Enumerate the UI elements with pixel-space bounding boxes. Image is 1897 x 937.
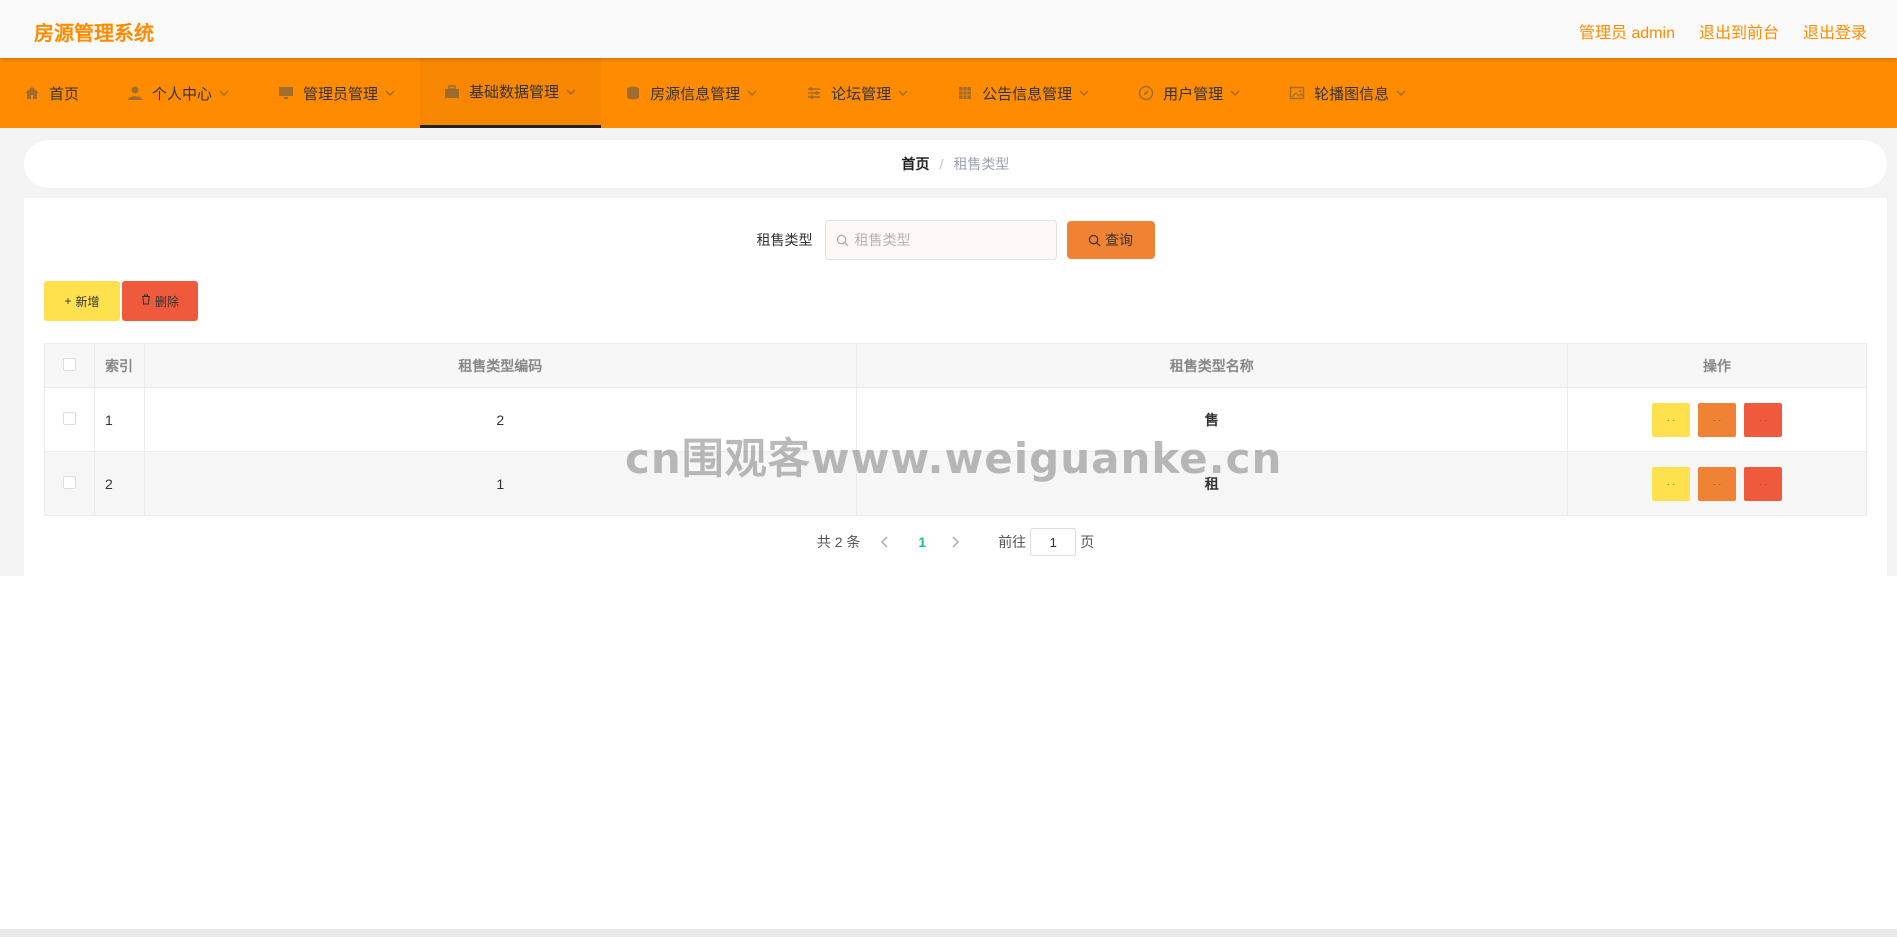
sliders-icon [806,85,822,101]
top-header: 房源管理系统 管理员 admin 退出到前台 退出登录 [0,0,1897,58]
top-links: 管理员 admin 退出到前台 退出登录 [1579,19,1867,43]
pagination: 共 2 条 1 前往 1 页 [24,528,1887,556]
column-header-code: 租售类型编码 [143,343,857,388]
nav-item-profile[interactable]: 个人中心 [103,58,254,128]
main-nav: 首页 个人中心 管理员管理 基础数据管理 房源信息管理 论坛管理 公告信息管理 … [0,58,1897,128]
chevron-right-icon[interactable] [950,536,964,548]
nav-item-listings[interactable]: 房源信息管理 [601,58,782,128]
search-input[interactable]: 租售类型 [824,220,1057,260]
nav-item-basic-data[interactable]: 基础数据管理 [420,58,602,128]
row-delete-button[interactable]: · · [1744,466,1783,501]
row-actions: · · · · · · [1567,387,1867,452]
search-placeholder: 租售类型 [854,232,911,248]
row-select-cell [44,387,95,452]
nav-label: 房源信息管理 [650,85,741,103]
main-panel: 租售类型 租售类型 查询 + 新增 删除 索引 租售类型编码 租售类型名称 操作… [24,198,1887,576]
nav-item-home[interactable]: 首页 [0,58,103,128]
edit-button[interactable]: · · [1698,466,1737,501]
search-row: 租售类型 租售类型 查询 [24,220,1887,260]
action-row: + 新增 删除 [44,281,198,321]
breadcrumb-current: 租售类型 [953,156,1010,172]
select-all-cell [44,343,95,388]
grid-icon [957,85,973,101]
add-button[interactable]: + 新增 [44,281,120,321]
row-index: 1 [93,387,145,452]
chevron-down-icon [566,88,576,95]
view-button[interactable]: · · [1652,402,1691,437]
row-code: 2 [143,387,857,452]
search-icon [1088,234,1101,246]
row-select-cell [44,451,95,516]
image-icon [1289,85,1305,101]
delete-button[interactable]: 删除 [122,281,198,321]
breadcrumb-home[interactable]: 首页 [902,154,930,174]
admin-user-link[interactable]: 管理员 admin [1579,19,1675,43]
nav-label: 轮播图信息 [1314,85,1390,103]
page-suffix: 页 [1080,534,1095,550]
chevron-left-icon[interactable] [880,536,894,548]
goto-page-input[interactable]: 1 [1030,528,1077,556]
chevron-down-icon [898,90,908,97]
chevron-down-icon [1230,90,1240,97]
row-checkbox[interactable] [62,411,76,425]
user-icon [127,85,143,101]
chevron-down-icon [1396,90,1406,97]
nav-label: 首页 [49,85,80,103]
nav-item-announcements[interactable]: 公告信息管理 [933,58,1114,128]
column-header-actions: 操作 [1567,343,1867,388]
row-name: 租 [855,451,1569,516]
trash-icon [141,294,151,308]
app-title: 房源管理系统 [34,23,154,45]
column-header-index: 索引 [93,343,145,388]
edit-button[interactable]: · · [1698,402,1737,437]
pagination-total: 共 2 条 [816,534,861,550]
plus-icon: + [64,294,72,308]
row-index: 2 [93,451,145,516]
add-button-label: 新增 [75,294,100,309]
bottom-scrollbar[interactable] [0,929,1897,937]
nav-label: 个人中心 [152,85,213,103]
nav-label: 管理员管理 [303,85,379,103]
nav-item-admins[interactable]: 管理员管理 [254,58,420,128]
delete-button-label: 删除 [154,294,179,309]
select-all-checkbox[interactable] [62,357,76,371]
search-label: 租售类型 [756,232,813,248]
chevron-down-icon [747,90,757,97]
search-icon [836,234,848,246]
chevron-down-icon [385,90,395,97]
table-header-row: 索引 租售类型编码 租售类型名称 操作 [44,343,1867,388]
row-name: 售 [855,387,1569,452]
row-actions: · · · · · · [1567,451,1867,516]
nav-label: 公告信息管理 [982,85,1073,103]
briefcase-icon [444,84,460,100]
logout-link[interactable]: 退出登录 [1803,19,1867,43]
query-button[interactable]: 查询 [1066,221,1155,259]
table-row: 2 1 租 · · · · · · [44,451,1867,516]
breadcrumb-separator: / [939,156,944,172]
compass-icon [1138,85,1154,101]
nav-label: 用户管理 [1163,85,1224,103]
nav-item-users[interactable]: 用户管理 [1114,58,1265,128]
nav-label: 基础数据管理 [469,84,560,101]
chevron-down-icon [1079,90,1089,97]
database-icon [625,85,641,101]
exit-to-frontend-link[interactable]: 退出到前台 [1699,19,1779,43]
page-number[interactable]: 1 [918,534,926,550]
home-icon [24,85,40,101]
column-header-name: 租售类型名称 [855,343,1569,388]
view-button[interactable]: · · [1652,466,1691,501]
nav-label: 论坛管理 [831,85,892,103]
query-button-label: 查询 [1105,232,1133,248]
row-checkbox[interactable] [62,475,76,489]
monitor-icon [278,85,294,101]
chevron-down-icon [219,90,229,97]
data-table: 索引 租售类型编码 租售类型名称 操作 1 2 售 · · · · · · 2 … [44,343,1867,516]
row-delete-button[interactable]: · · [1744,402,1783,437]
table-row: 1 2 售 · · · · · · [44,387,1867,452]
nav-item-forum[interactable]: 论坛管理 [782,58,933,128]
row-code: 1 [143,451,857,516]
nav-item-carousel[interactable]: 轮播图信息 [1265,58,1431,128]
goto-label: 前往 [998,534,1027,550]
breadcrumb: 首页 / 租售类型 [24,140,1887,188]
